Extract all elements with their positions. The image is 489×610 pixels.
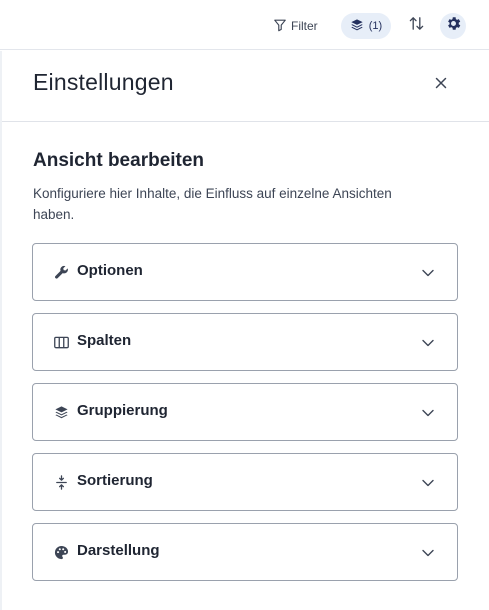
close-button[interactable] [430, 74, 452, 96]
settings-panel: Einstellungen Ansicht bearbeiten Konfigu… [2, 51, 489, 610]
accordion-label: Spalten [77, 332, 132, 349]
panel-header: Einstellungen [2, 51, 489, 122]
accordion-sortierung[interactable]: Sortierung [32, 453, 458, 511]
accordion-gruppierung[interactable]: Gruppierung [32, 383, 458, 441]
layers-icon [350, 18, 364, 35]
accordion-label: Sortierung [77, 472, 153, 489]
chevron-down-icon [421, 476, 435, 490]
sort-button[interactable] [405, 15, 427, 37]
app-window: Filter (1) Einstellungen Ansicht bearbei… [0, 0, 489, 610]
accordion-spalten[interactable]: Spalten [32, 313, 458, 371]
wrench-icon [53, 264, 69, 280]
layers-button[interactable]: (1) [341, 13, 391, 39]
filter-button[interactable]: Filter [273, 15, 318, 37]
chevron-down-icon [421, 406, 435, 420]
accordion-darstellung[interactable]: Darstellung [32, 523, 458, 581]
layers-count: (1) [368, 20, 383, 32]
filter-icon [273, 18, 287, 35]
section-title: Ansicht bearbeiten [33, 150, 205, 171]
accordion-label: Optionen [77, 262, 143, 279]
accordion-optionen[interactable]: Optionen [32, 243, 458, 301]
section-description: Konfiguriere hier Inhalte, die Einfluss … [33, 186, 392, 222]
close-icon [435, 76, 447, 94]
top-toolbar: Filter (1) [0, 0, 489, 50]
accordion-label: Gruppierung [77, 402, 168, 419]
panel-title: Einstellungen [33, 69, 174, 95]
sort-arrows-icon [408, 15, 425, 37]
chevron-down-icon [421, 266, 435, 280]
filter-label: Filter [291, 19, 318, 33]
layers-icon [53, 404, 69, 420]
chevron-down-icon [421, 336, 435, 350]
chevron-down-icon [421, 546, 435, 560]
settings-button[interactable] [440, 13, 466, 39]
accordion-label: Darstellung [77, 542, 160, 559]
sort-icon [53, 474, 69, 490]
columns-icon [53, 334, 69, 350]
palette-icon [53, 544, 69, 560]
gear-icon [445, 15, 462, 37]
